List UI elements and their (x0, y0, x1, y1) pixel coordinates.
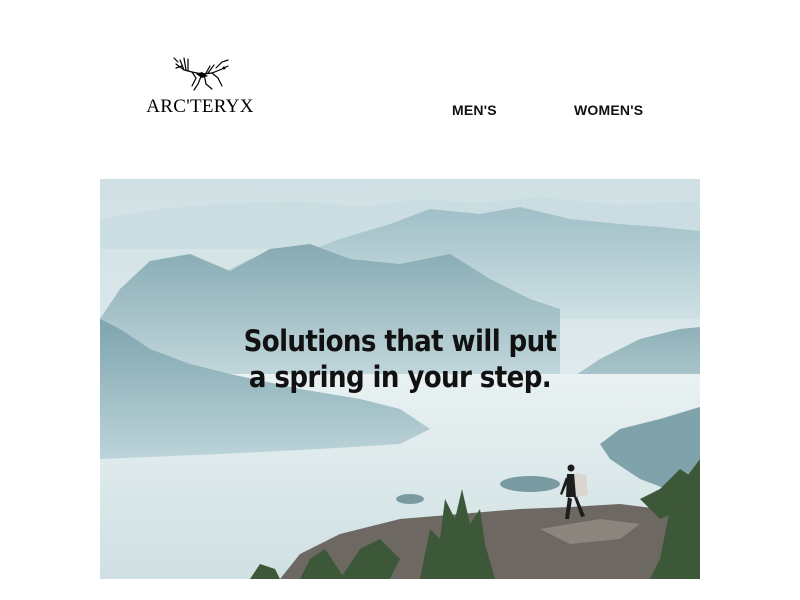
nav-womens-link[interactable]: WOMEN'S (574, 102, 643, 118)
brand-logo-link[interactable]: ARC'TERYX (145, 50, 255, 122)
archaeopteryx-fossil-icon (173, 57, 229, 91)
brand-wordmark: ARC'TERYX (146, 96, 254, 117)
hero-headline-line-2: a spring in your step. (248, 360, 552, 394)
hero-banner-link[interactable]: Solutions that will put a spring in your… (100, 179, 700, 579)
hero-headline-line-1: Solutions that will put (243, 324, 557, 358)
header: ARC'TERYX MEN'S WOMEN'S (0, 0, 800, 179)
nav-mens-link[interactable]: MEN'S (452, 102, 497, 118)
email-page: ARC'TERYX MEN'S WOMEN'S Solutions that w… (0, 0, 800, 600)
hero-headline: Solutions that will put a spring in your… (100, 323, 700, 395)
